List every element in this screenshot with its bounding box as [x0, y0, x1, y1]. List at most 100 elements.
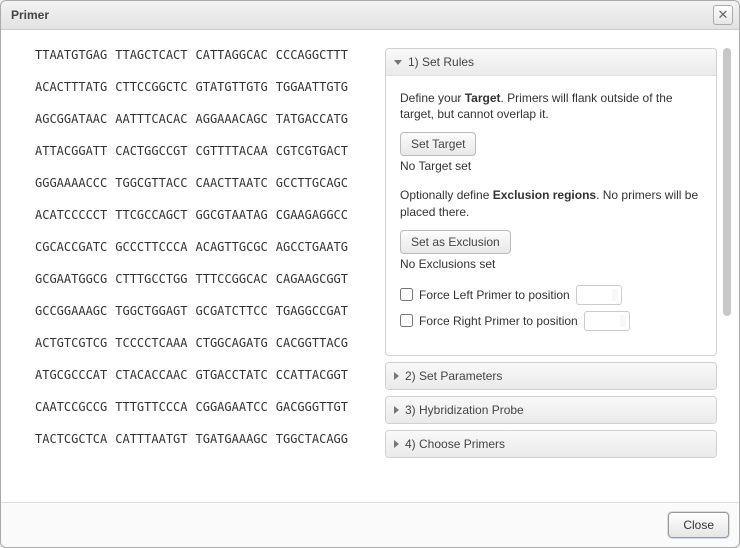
- primer-dialog: Primer ✕ TTAATGTGAG TTAGCTCACT CATTAGGCAC C…: [0, 0, 740, 548]
- sequence-block: CTTTGCCTGG: [115, 272, 187, 286]
- sequence-pane: TTAATGTGAGTTAGCTCACTCATTAGGCACCCCAGGCTTT…: [15, 48, 385, 494]
- sequence-block: CAACTTAATC: [196, 176, 268, 190]
- accordion-label: 3) Hybridization Probe: [405, 403, 524, 417]
- sequence-block: ACTGTCGTCG: [35, 336, 107, 350]
- accordion-header-hybridization-probe[interactable]: 3) Hybridization Probe: [386, 397, 716, 423]
- sequence-block: TGGCGTTACC: [115, 176, 187, 190]
- sequence-line[interactable]: ACACTTTATGCTTCCGGCTCGTATGTTGTGTGGAATTGTG: [35, 80, 375, 94]
- sequence-block: TTTGTTCCCA: [115, 400, 187, 414]
- sequence-block: GCCTTGCAGC: [276, 176, 348, 190]
- sequence-block: TACTCGCTCA: [35, 432, 107, 446]
- force-right-checkbox[interactable]: [400, 314, 413, 327]
- sequence-block: TTAATGTGAG: [35, 48, 107, 62]
- sequence-block: CCATTACGGT: [276, 368, 348, 382]
- sequence-line[interactable]: CGCACCGATC GCCCTTCCCA ACAGTTGCGC AGCCTGAATG: [35, 240, 375, 254]
- right-pane: 1) Set Rules Define your Target. Primers…: [385, 48, 717, 494]
- sequence-line[interactable]: GCCGGAAAGCTGGCTGGAGTGCGATCTTCCTGAGGCCGAT: [35, 304, 375, 318]
- accordion-choose-primers: 4) Choose Primers: [385, 430, 717, 458]
- force-left-row: Force Left Primer to position: [400, 285, 702, 305]
- sequence-line[interactable]: ACTGTCGTCG TCCCCTCAAA CTGGCAGATG CACGGTTACG: [35, 336, 375, 350]
- sequence-block: CGAAGAGGCC: [276, 208, 348, 222]
- sequence-block: GACGGGTTGT: [276, 400, 348, 414]
- chevron-down-icon: [394, 60, 402, 65]
- accordion-set-rules: 1) Set Rules Define your Target. Primers…: [385, 48, 717, 356]
- sequence-block: TTCGCCAGCT: [115, 208, 187, 222]
- sequence-block: ATTACGGATT: [35, 144, 107, 158]
- force-left-label: Force Left Primer to position: [419, 288, 570, 302]
- sequence-block: TTAGCTCACT: [115, 48, 187, 62]
- scrollbar-thumb[interactable]: [723, 48, 731, 316]
- sequence-line[interactable]: TTAATGTGAGTTAGCTCACTCATTAGGCACCCCAGGCTTT: [35, 48, 375, 62]
- accordion-hybridization-probe: 3) Hybridization Probe: [385, 396, 717, 424]
- chevron-right-icon: [394, 406, 399, 414]
- sequence-block: ATGCGCCCAT: [35, 368, 107, 382]
- force-right-label: Force Right Primer to position: [419, 314, 578, 328]
- accordion-label: 4) Choose Primers: [405, 437, 505, 451]
- sequence-block: CAATCCGCCG: [35, 400, 107, 414]
- dialog-body: TTAATGTGAGTTAGCTCACTCATTAGGCACCCCAGGCTTT…: [1, 30, 739, 502]
- accordion-header-set-parameters[interactable]: 2) Set Parameters: [386, 363, 716, 389]
- sequence-block: AGGAAACAGC: [196, 112, 268, 126]
- sequence-line[interactable]: GCGAATGGCG CTTTGCCTGG TTTCCGGCAC CAGAAGCGGT: [35, 272, 375, 286]
- sequence-line[interactable]: ATGCGCCCAT CTACACCAAC GTGACCTATC CCATTACGGT: [35, 368, 375, 382]
- sequence-block: GTGACCTATC: [196, 368, 268, 382]
- sequence-block: CTGGCAGATG: [196, 336, 268, 350]
- sequence-block: CACGGTTACG: [276, 336, 348, 350]
- sequence-line[interactable]: CAATCCGCCGTTTGTTCCCACGGAGAATCCGACGGGTTGT: [35, 400, 375, 414]
- sequence-block: GTATGTTGTG: [196, 80, 268, 94]
- titlebar: Primer ✕: [1, 1, 739, 30]
- sequence-block: GGGAAAACCC: [35, 176, 107, 190]
- sequence-block: CACTGGCCGT: [115, 144, 187, 158]
- window-title: Primer: [11, 8, 713, 22]
- target-description: Define your Target. Primers will flank o…: [400, 90, 702, 122]
- sequence-block: GCCCTTCCCA: [115, 240, 187, 254]
- sequence-block: ACACTTTATG: [35, 80, 107, 94]
- sequence-line[interactable]: GGGAAAACCC TGGCGTTACC CAACTTAATC GCCTTGCAGC: [35, 176, 375, 190]
- sequence-block: GCGAATGGCG: [35, 272, 107, 286]
- sequence-block: TTTCCGGCAC: [196, 272, 268, 286]
- chevron-right-icon: [394, 440, 399, 448]
- sequence-block: CTTCCGGCTC: [115, 80, 187, 94]
- set-target-button[interactable]: Set Target: [400, 132, 476, 156]
- accordion-label: 2) Set Parameters: [405, 369, 502, 383]
- sequence-block: ACAGTTGCGC: [196, 240, 268, 254]
- set-exclusion-button[interactable]: Set as Exclusion: [400, 230, 511, 254]
- sequence-block: GCCGGAAAGC: [35, 304, 107, 318]
- sequence-line[interactable]: TACTCGCTCA CATTTAATGT TGATGAAAGC TGGCTACAGG: [35, 432, 375, 446]
- sequence-line[interactable]: ATTACGGATTCACTGGCCGTCGTTTTACAACGTCGTGACT: [35, 144, 375, 158]
- sequence-block: AGCCTGAATG: [276, 240, 348, 254]
- sequence-block: AGCGGATAAC: [35, 112, 107, 126]
- chevron-right-icon: [394, 372, 399, 380]
- force-right-row: Force Right Primer to position: [400, 311, 702, 331]
- sequence-block: CATTTAATGT: [115, 432, 187, 446]
- sequence-block: GCGATCTTCC: [196, 304, 268, 318]
- sequence-block: ACATCCCCCT: [35, 208, 107, 222]
- sequence-block: TGAGGCCGAT: [276, 304, 348, 318]
- sequence-line[interactable]: ACATCCCCCT TTCGCCAGCT GGCGTAATAG CGAAGAGGCC: [35, 208, 375, 222]
- sequence-block: AATTTCACAC: [115, 112, 187, 126]
- sequence-block: CGCACCGATC: [35, 240, 107, 254]
- sequence-line[interactable]: AGCGGATAAC AATTTCACAC AGGAAACAGC TATGACCATG: [35, 112, 375, 126]
- sequence-block: CAGAAGCGGT: [276, 272, 348, 286]
- close-button[interactable]: Close: [668, 512, 729, 538]
- sequence-block: GGCGTAATAG: [196, 208, 268, 222]
- force-left-checkbox[interactable]: [400, 288, 413, 301]
- set-rules-content: Define your Target. Primers will flank o…: [386, 76, 716, 355]
- scrollbar[interactable]: [721, 48, 733, 494]
- force-right-position-input[interactable]: [584, 311, 630, 331]
- close-icon[interactable]: ✕: [713, 5, 733, 25]
- sequence-block: TGGCTACAGG: [276, 432, 348, 446]
- force-left-position-input[interactable]: [576, 285, 622, 305]
- sequence-block: CATTAGGCAC: [196, 48, 268, 62]
- dialog-footer: Close: [1, 502, 739, 547]
- sequence-block: CGTTTTACAA: [196, 144, 268, 158]
- sequence-block: CTACACCAAC: [115, 368, 187, 382]
- target-status: No Target set: [400, 159, 702, 173]
- sequence-block: TGATGAAAGC: [196, 432, 268, 446]
- exclusion-description: Optionally define Exclusion regions. No …: [400, 187, 702, 219]
- accordion-header-choose-primers[interactable]: 4) Choose Primers: [386, 431, 716, 457]
- accordion-header-set-rules[interactable]: 1) Set Rules: [386, 49, 716, 76]
- exclusion-status: No Exclusions set: [400, 257, 702, 271]
- sequence-block: TCCCCTCAAA: [115, 336, 187, 350]
- sequence-block: TATGACCATG: [276, 112, 348, 126]
